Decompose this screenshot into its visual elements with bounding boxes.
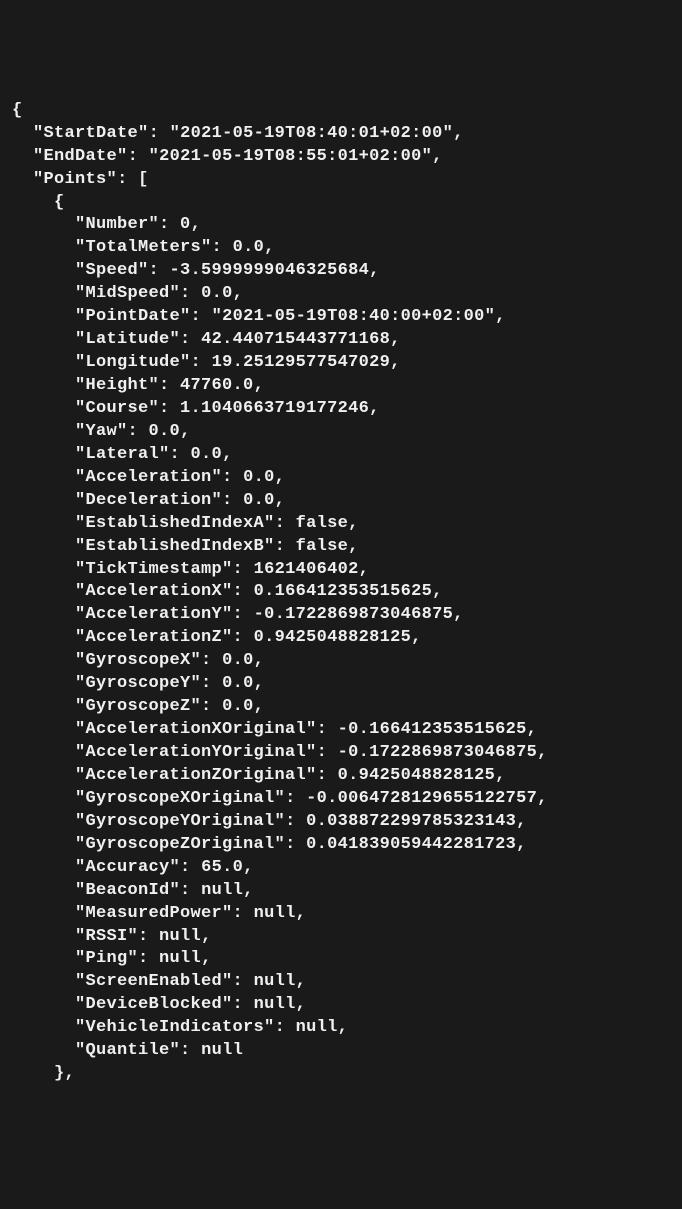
json-number-value: 1621406402 <box>254 560 359 579</box>
json-key: "AccelerationZ" <box>75 628 233 647</box>
brace-close: }, <box>54 1064 75 1083</box>
json-null-value: null <box>254 972 296 991</box>
json-number-value: 0.166412353515625 <box>254 582 433 601</box>
json-key: "DeviceBlocked" <box>75 995 233 1014</box>
json-number-value: -0.0064728129655122757 <box>306 789 537 808</box>
json-number-value: 47760.0 <box>180 376 254 395</box>
json-number-value: 0.0 <box>233 238 265 257</box>
json-null-value: null <box>201 1041 243 1060</box>
json-key: "Lateral" <box>75 445 170 464</box>
json-key: "EndDate" <box>33 147 128 166</box>
json-key: "PointDate" <box>75 307 191 326</box>
json-number-value: -0.1722869873046875 <box>254 605 454 624</box>
json-null-value: null <box>159 927 201 946</box>
brace-open: { <box>12 101 23 120</box>
json-key: "StartDate" <box>33 124 149 143</box>
json-key: "GyroscopeYOriginal" <box>75 812 285 831</box>
json-number-value: 0.9425048828125 <box>254 628 412 647</box>
json-key: "Speed" <box>75 261 149 280</box>
json-number-value: 0.0 <box>222 697 254 716</box>
json-number-value: 0.0 <box>201 284 233 303</box>
json-number-value: 0.9425048828125 <box>338 766 496 785</box>
json-key: "TotalMeters" <box>75 238 212 257</box>
json-number-value: 0.0 <box>191 445 223 464</box>
json-key: "GyroscopeZ" <box>75 697 201 716</box>
json-key: "AccelerationXOriginal" <box>75 720 317 739</box>
json-key: "AccelerationX" <box>75 582 233 601</box>
json-number-value: 0.041839059442281723 <box>306 835 516 854</box>
json-number-value: 1.1040663719177246 <box>180 399 369 418</box>
json-null-value: null <box>159 949 201 968</box>
json-null-value: null <box>296 1018 338 1037</box>
json-key: "Acceleration" <box>75 468 222 487</box>
json-number-value: -0.1722869873046875 <box>338 743 538 762</box>
json-key: "ScreenEnabled" <box>75 972 233 991</box>
json-number-value: -0.166412353515625 <box>338 720 527 739</box>
json-key: "MidSpeed" <box>75 284 180 303</box>
json-key: "Deceleration" <box>75 491 222 510</box>
json-string-value: "2021-05-19T08:55:01+02:00" <box>149 147 433 166</box>
json-key: "MeasuredPower" <box>75 904 233 923</box>
json-null-value: null <box>254 995 296 1014</box>
json-bool-value: false <box>296 514 349 533</box>
json-key: "BeaconId" <box>75 881 180 900</box>
json-number-value: 0.0 <box>243 491 275 510</box>
json-key: "Accuracy" <box>75 858 180 877</box>
json-key: "EstablishedIndexB" <box>75 537 275 556</box>
json-number-value: 42.440715443771168 <box>201 330 390 349</box>
json-number-value: 0.038872299785323143 <box>306 812 516 831</box>
brace-open: { <box>54 193 65 212</box>
json-key: "Height" <box>75 376 159 395</box>
json-key: "Number" <box>75 215 159 234</box>
json-key: "EstablishedIndexA" <box>75 514 275 533</box>
json-bool-value: false <box>296 537 349 556</box>
json-number-value: 0 <box>180 215 191 234</box>
json-number-value: 0.0 <box>243 468 275 487</box>
json-key: "Course" <box>75 399 159 418</box>
json-key: "Ping" <box>75 949 138 968</box>
json-key: "AccelerationZOriginal" <box>75 766 317 785</box>
json-key: "TickTimestamp" <box>75 560 233 579</box>
bracket-open: [ <box>138 170 149 189</box>
json-number-value: 0.0 <box>222 651 254 670</box>
json-number-value: 0.0 <box>149 422 181 441</box>
json-key: "Quantile" <box>75 1041 180 1060</box>
json-code-block: { "StartDate": "2021-05-19T08:40:01+02:0… <box>12 100 670 1086</box>
json-key: "VehicleIndicators" <box>75 1018 275 1037</box>
json-number-value: 19.25129577547029 <box>212 353 391 372</box>
json-key: "RSSI" <box>75 927 138 946</box>
json-number-value: 65.0 <box>201 858 243 877</box>
json-key: "Longitude" <box>75 353 191 372</box>
json-key: "GyroscopeXOriginal" <box>75 789 285 808</box>
json-key: "Latitude" <box>75 330 180 349</box>
json-number-value: 0.0 <box>222 674 254 693</box>
json-key: "AccelerationYOriginal" <box>75 743 317 762</box>
json-key: "GyroscopeZOriginal" <box>75 835 285 854</box>
json-key: "GyroscopeX" <box>75 651 201 670</box>
json-key: "Yaw" <box>75 422 128 441</box>
json-key: "AccelerationY" <box>75 605 233 624</box>
json-string-value: "2021-05-19T08:40:01+02:00" <box>170 124 454 143</box>
json-string-value: "2021-05-19T08:40:00+02:00" <box>212 307 496 326</box>
json-key: "Points" <box>33 170 117 189</box>
json-number-value: -3.5999999046325684 <box>170 261 370 280</box>
json-null-value: null <box>254 904 296 923</box>
json-key: "GyroscopeY" <box>75 674 201 693</box>
json-null-value: null <box>201 881 243 900</box>
